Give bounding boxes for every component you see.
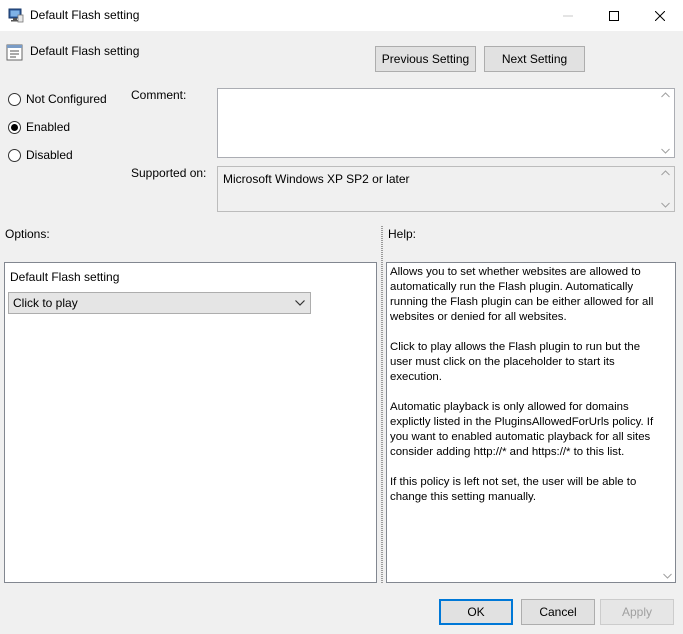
help-paragraph: Click to play allows the Flash plugin to…	[390, 341, 641, 383]
supported-scrollbar[interactable]	[657, 167, 674, 211]
cancel-button[interactable]: Cancel	[521, 599, 595, 625]
maximize-icon	[609, 10, 619, 21]
scroll-down-icon[interactable]	[663, 573, 672, 579]
ok-button[interactable]: OK	[439, 599, 513, 625]
comment-scrollbar[interactable]	[657, 89, 674, 157]
scroll-down-icon[interactable]	[661, 148, 670, 154]
window-title: Default Flash setting	[30, 8, 140, 22]
help-panel: Allows you to set whether websites are a…	[386, 262, 676, 583]
minimize-icon	[563, 15, 573, 16]
close-icon	[655, 10, 665, 21]
flash-setting-label: Default Flash setting	[10, 270, 120, 284]
panel-splitter[interactable]	[381, 226, 383, 583]
help-paragraph: Automatic playback is only allowed for d…	[390, 401, 654, 458]
comment-textarea[interactable]	[217, 88, 675, 158]
help-scrollbar[interactable]	[660, 263, 675, 582]
next-setting-button[interactable]: Next Setting	[484, 46, 585, 72]
help-paragraph: Allows you to set whether websites are a…	[390, 266, 654, 323]
previous-setting-button[interactable]: Previous Setting	[375, 46, 476, 72]
radio-enabled[interactable]: Enabled	[8, 120, 70, 134]
minimize-button[interactable]	[545, 0, 591, 31]
policy-name: Default Flash setting	[30, 44, 140, 58]
supported-on-field: Microsoft Windows XP SP2 or later	[217, 166, 675, 212]
radio-circle[interactable]	[8, 92, 21, 106]
scroll-up-icon[interactable]	[661, 170, 670, 176]
close-button[interactable]	[637, 0, 683, 31]
radio-circle[interactable]	[8, 120, 21, 134]
maximize-button[interactable]	[591, 0, 637, 31]
radio-disabled[interactable]: Disabled	[8, 148, 73, 162]
apply-button[interactable]: Apply	[600, 599, 674, 625]
help-text: Allows you to set whether websites are a…	[390, 265, 660, 520]
options-label: Options:	[5, 227, 50, 241]
radio-not-configured[interactable]: Not Configured	[8, 92, 107, 106]
radio-label: Enabled	[26, 120, 71, 134]
help-label: Help:	[388, 227, 417, 241]
scroll-down-icon[interactable]	[661, 202, 670, 208]
comment-label: Comment:	[131, 88, 187, 102]
scroll-up-icon[interactable]	[661, 92, 670, 98]
flash-setting-dropdown[interactable]: Click to play	[8, 292, 311, 314]
policy-app-icon	[8, 7, 24, 23]
chevron-down-icon	[295, 300, 305, 306]
supported-value: Microsoft Windows XP SP2 or later	[223, 172, 410, 186]
radio-label: Not Configured	[26, 92, 107, 106]
radio-label: Disabled	[26, 148, 73, 162]
supported-label: Supported on:	[131, 166, 207, 180]
radio-circle[interactable]	[8, 148, 21, 162]
policy-setting-icon	[6, 44, 24, 62]
dropdown-selected-value: Click to play	[13, 296, 78, 310]
help-paragraph: If this policy is left not set, the user…	[390, 476, 637, 503]
options-panel: Default Flash setting Click to play	[4, 262, 377, 583]
